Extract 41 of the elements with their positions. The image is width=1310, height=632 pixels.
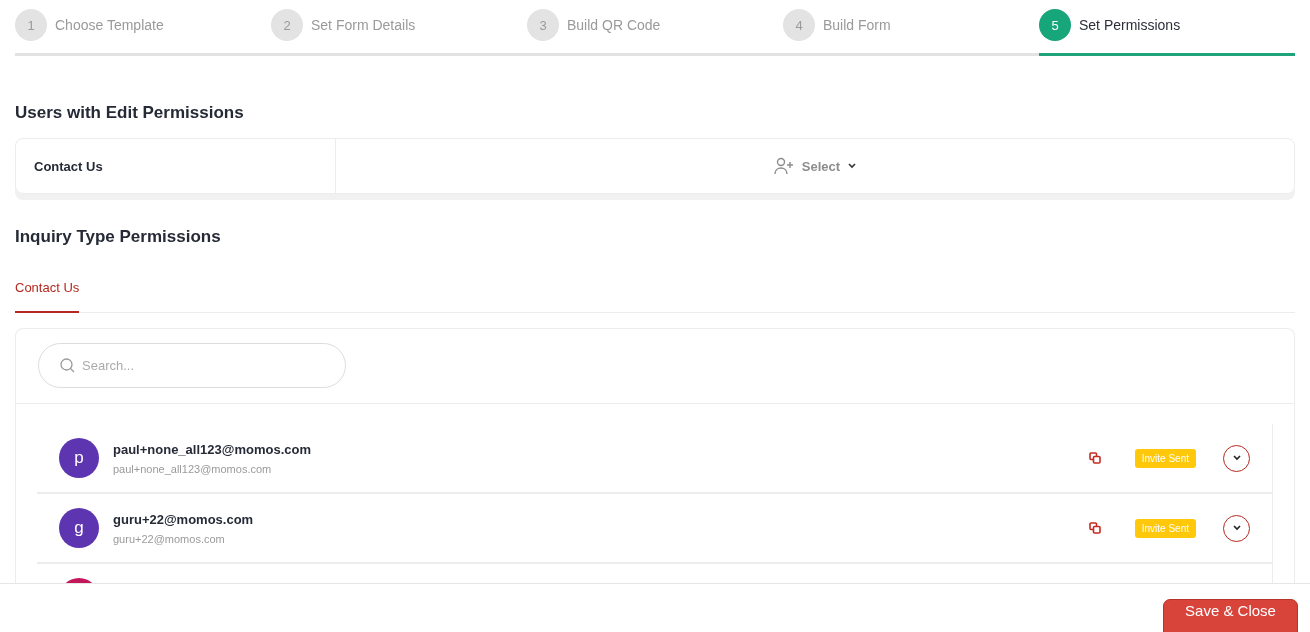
user-name: guru+22@momos.com [113,511,255,527]
step-label: Set Form Details [311,17,416,33]
step-tab[interactable]: 1 Choose Template [15,0,271,56]
section-title: Users with Edit Permissions [15,103,245,123]
user-name: paul+none_all123@momos.com [113,441,312,457]
step-number: 3 [527,9,559,41]
section-title: Inquiry Type Permissions [15,227,222,247]
user-avatar: g [59,508,99,548]
step-number: 5 [1039,9,1071,41]
step-tab[interactable]: 3 Build QR Code [527,0,783,56]
search-icon [60,358,75,373]
search-field[interactable]: Search... [38,343,346,388]
copy-icon [1088,522,1101,534]
status-badge: Invite Sent [1134,448,1196,468]
caret-icon [848,163,857,169]
chevron-down-icon [1232,525,1241,531]
user-email: paul+none_all123@momos.com [113,462,273,475]
save-close-button[interactable]: Save & Close [1163,599,1298,632]
step-number: 2 [271,9,303,41]
user-email: guru+22@momos.com [113,532,226,545]
step-label: Build QR Code [567,17,661,33]
step-label: Build Form [823,17,891,33]
step-label: Choose Template [55,17,164,33]
user-avatar: p [59,438,99,478]
step-tab[interactable]: 5 Set Permissions [1039,0,1295,56]
step-tab[interactable]: 2 Set Form Details [271,0,527,56]
step-tab[interactable]: 4 Build Form [783,0,1039,56]
copy-button[interactable] [1088,452,1101,464]
select-users-button[interactable]: Select [336,139,1294,193]
expand-button[interactable] [1223,514,1250,542]
step-number: 4 [783,9,815,41]
inquiry-tab[interactable]: Contact Us [15,280,80,313]
chevron-down-icon [1232,455,1241,461]
copy-icon [1088,452,1101,464]
expand-button[interactable] [1223,444,1250,472]
step-number: 1 [15,9,47,41]
copy-button[interactable] [1088,522,1101,534]
step-label: Set Permissions [1079,17,1181,33]
add-user-icon [773,157,794,175]
form-name: Contact Us [34,158,103,174]
status-badge: Invite Sent [1134,518,1196,538]
